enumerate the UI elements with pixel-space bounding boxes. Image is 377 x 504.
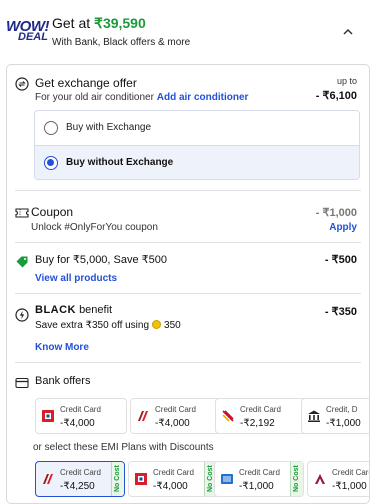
no-cost-text: No Cost bbox=[293, 465, 300, 492]
exchange-title: Get exchange offer bbox=[35, 76, 137, 90]
chevron-up-icon[interactable] bbox=[340, 24, 356, 40]
hdfc-bank-icon bbox=[135, 473, 147, 485]
exchange-upto-value: - ₹6,100 bbox=[315, 90, 357, 102]
buy-without-exchange-option[interactable]: Buy without Exchange bbox=[35, 146, 359, 179]
card-type: Credit, D bbox=[326, 405, 358, 414]
card-type: Credit Card bbox=[60, 405, 101, 414]
buy-with-exchange-option[interactable]: Buy with Exchange bbox=[35, 111, 359, 145]
divider bbox=[15, 362, 361, 363]
black-benefit-line: Save extra ₹350 off using 350 bbox=[35, 320, 181, 331]
exchange-icon bbox=[15, 77, 29, 91]
bank-offer-card-bob[interactable]: Credit, D -₹1,000 bbox=[301, 398, 369, 434]
axis-bank-icon bbox=[315, 474, 325, 484]
deal-subtitle: With Bank, Black offers & more bbox=[52, 37, 191, 48]
lightning-icon bbox=[15, 308, 29, 322]
credit-card-icon bbox=[15, 377, 29, 389]
exchange-subtitle: For your old air conditioner bbox=[35, 92, 154, 103]
no-cost-text: No Cost bbox=[114, 465, 121, 492]
deal-logo-text: DEAL bbox=[18, 31, 48, 43]
emi-plans-label: or select these EMI Plans with Discounts bbox=[33, 442, 214, 453]
card-type: Credit Card bbox=[153, 468, 194, 477]
deal-title: Get at ₹39,590 bbox=[52, 15, 146, 32]
offer-amount: -₹1,000 bbox=[326, 418, 361, 429]
coin-icon bbox=[152, 320, 162, 329]
bundle-title: Buy for ₹5,000, Save ₹500 bbox=[35, 254, 168, 266]
bank-offer-card-idfc[interactable]: Credit Card -₹4,000 bbox=[130, 398, 222, 434]
option-label: Buy without Exchange bbox=[66, 157, 174, 168]
black-benefit-title: BLACK benefit bbox=[35, 304, 112, 316]
divider bbox=[15, 293, 361, 294]
idfc-bank-icon bbox=[138, 411, 148, 421]
offer-amount: -₹4,250 bbox=[60, 481, 95, 492]
coupon-ticket-icon bbox=[15, 208, 29, 218]
tag-icon bbox=[16, 256, 28, 268]
coupon-title: Coupon bbox=[31, 205, 74, 219]
offer-amount: -₹1,000 bbox=[332, 481, 367, 492]
offers-card: Get exchange offer For your old air cond… bbox=[6, 64, 370, 504]
black-coins-value: 350 bbox=[164, 320, 181, 331]
coupon-value: - ₹1,000 bbox=[315, 207, 357, 219]
bank-offer-card-hdfc[interactable]: Credit Card -₹4,000 bbox=[35, 398, 127, 434]
black-benefit-text: Save extra ₹350 off using bbox=[35, 320, 150, 331]
deal-title-prefix: Get at bbox=[52, 15, 91, 31]
offer-amount: -₹1,000 bbox=[239, 481, 274, 492]
sbi-bank-icon bbox=[222, 410, 234, 422]
add-air-conditioner-link[interactable]: Add air conditioner bbox=[157, 92, 249, 103]
emi-card-hdfc[interactable]: Credit Card -₹4,000 No Cost bbox=[128, 461, 218, 497]
radio-button-selected[interactable] bbox=[44, 156, 58, 170]
black-benefit-value: - ₹350 bbox=[324, 306, 357, 318]
offer-amount: -₹2,192 bbox=[240, 418, 275, 429]
offer-amount: -₹4,000 bbox=[60, 418, 95, 429]
bank-building-icon bbox=[308, 410, 320, 422]
idfc-bank-icon bbox=[43, 474, 53, 484]
bank-offer-card-sbi[interactable]: Credit Card -₹2,192 bbox=[215, 398, 307, 434]
no-cost-text: No Cost bbox=[207, 465, 214, 492]
card-type: Credit Card bbox=[332, 468, 370, 477]
amex-bank-icon bbox=[221, 474, 233, 484]
bundle-value: - ₹500 bbox=[324, 254, 357, 266]
black-logo: BLACK bbox=[35, 304, 76, 316]
radio-button[interactable] bbox=[44, 121, 58, 135]
view-all-products-link[interactable]: View all products bbox=[35, 273, 117, 284]
apply-coupon-link[interactable]: Apply bbox=[329, 222, 357, 233]
coupon-subtitle: Unlock #OnlyForYou coupon bbox=[31, 222, 158, 233]
deal-price: ₹39,590 bbox=[94, 15, 146, 31]
exchange-upto-label: up to bbox=[336, 76, 357, 86]
card-type: Credit Card bbox=[239, 468, 280, 477]
exchange-subtitle-row: For your old air conditioner Add air con… bbox=[35, 92, 248, 103]
hdfc-bank-icon bbox=[42, 410, 54, 422]
emi-card-amex[interactable]: Credit Card -₹1,000 No Cost bbox=[214, 461, 304, 497]
black-benefit-label: benefit bbox=[79, 304, 113, 316]
offer-amount: -₹4,000 bbox=[155, 418, 190, 429]
exchange-options: Buy with Exchange Buy without Exchange bbox=[34, 110, 360, 180]
divider bbox=[15, 190, 361, 191]
no-cost-badge: No Cost bbox=[111, 462, 124, 496]
emi-card-axis[interactable]: Credit Card -₹1,000 bbox=[307, 461, 370, 497]
know-more-link[interactable]: Know More bbox=[35, 342, 89, 353]
offer-amount: -₹4,000 bbox=[153, 481, 188, 492]
card-type: Credit Card bbox=[240, 405, 281, 414]
deal-header: WOW! DEAL Get at ₹39,590 With Bank, Blac… bbox=[0, 0, 377, 60]
divider bbox=[15, 242, 361, 243]
bank-offers-title: Bank offers bbox=[35, 375, 91, 387]
emi-card-idfc[interactable]: Credit Card -₹4,250 No Cost bbox=[35, 461, 125, 497]
card-type: Credit Card bbox=[155, 405, 196, 414]
no-cost-badge: No Cost bbox=[290, 462, 303, 496]
wow-deal-logo: WOW! DEAL bbox=[6, 18, 49, 44]
card-type: Credit Card bbox=[60, 468, 101, 477]
option-label: Buy with Exchange bbox=[66, 122, 152, 133]
